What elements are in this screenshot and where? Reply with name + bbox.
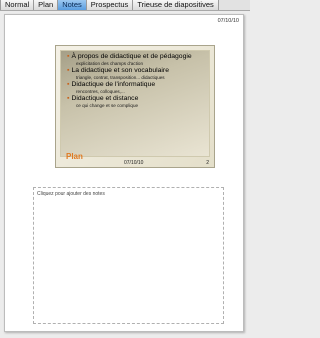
tab-notes[interactable]: Notes bbox=[58, 0, 87, 10]
slide-bullet-text: La didactique et son vocabulaire bbox=[71, 67, 169, 74]
slide-title: Plan bbox=[66, 152, 83, 161]
bullet-icon: ▪ bbox=[67, 67, 70, 74]
tab-trieuse-de-diapositives[interactable]: Trieuse de diapositives bbox=[133, 0, 219, 10]
slide-bullet-list: ▪ À propos de didactique et de pédagogie… bbox=[67, 53, 205, 109]
slide-bullet-text: Didactique de l'informatique bbox=[71, 81, 156, 88]
slide-bullet: ▪ Didactique et distance bbox=[67, 95, 205, 103]
slide-bullet: ▪ Didactique de l'informatique bbox=[67, 81, 205, 89]
slide-background: ▪ À propos de didactique et de pédagogie… bbox=[60, 50, 210, 157]
bullet-icon: ▪ bbox=[67, 81, 70, 88]
notes-placeholder: Cliquez pour ajouter des notes bbox=[37, 191, 105, 197]
slide-date: 07/10/10 bbox=[124, 160, 144, 166]
bullet-icon: ▪ bbox=[67, 95, 70, 102]
slide-bullet-text: À propos de didactique et de pédagogie bbox=[71, 53, 192, 60]
slide-thumbnail[interactable]: ▪ À propos de didactique et de pédagogie… bbox=[55, 45, 215, 168]
page-date: 07/10/10 bbox=[217, 18, 239, 24]
view-tab-bar: Normal Plan Notes Prospectus Trieuse de … bbox=[0, 0, 250, 11]
notes-area[interactable]: Cliquez pour ajouter des notes bbox=[33, 187, 224, 324]
notes-page: 07/10/10 ▪ À propos de didactique et de … bbox=[4, 14, 244, 332]
slide-sub-bullet: ce qui change et se complique bbox=[76, 103, 139, 108]
bullet-icon: ▪ bbox=[67, 53, 70, 60]
tab-plan[interactable]: Plan bbox=[34, 0, 59, 10]
tab-normal[interactable]: Normal bbox=[0, 0, 35, 10]
slide-bullet-text: Didactique et distance bbox=[71, 95, 139, 102]
slide-bullet: ▪ La didactique et son vocabulaire bbox=[67, 67, 205, 75]
tab-prospectus[interactable]: Prospectus bbox=[86, 0, 134, 10]
slide-number: 2 bbox=[206, 160, 209, 166]
slide-bullet: ▪ À propos de didactique et de pédagogie bbox=[67, 53, 205, 61]
